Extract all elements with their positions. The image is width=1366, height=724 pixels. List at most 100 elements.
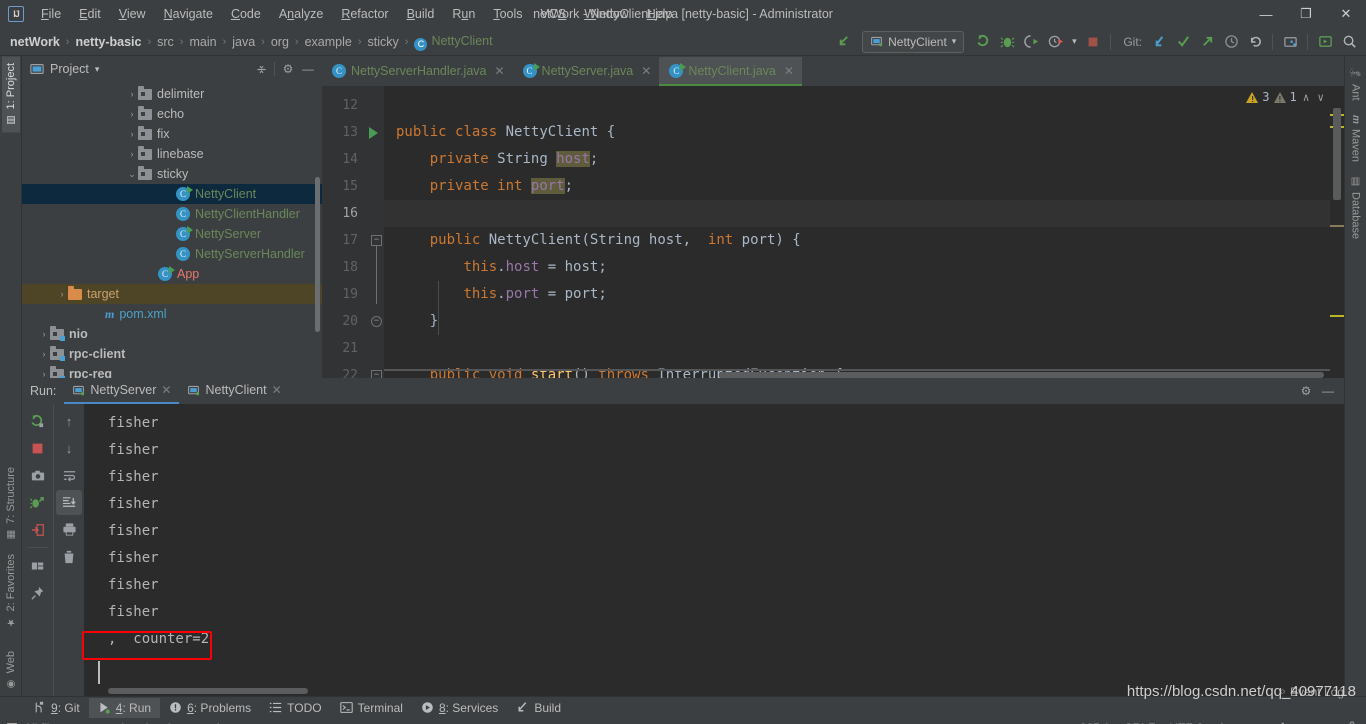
menu-item-analyze[interactable]: Analyze xyxy=(270,3,332,25)
git-rollback-icon[interactable] xyxy=(1244,31,1266,53)
fold-icon[interactable]: − xyxy=(371,316,382,327)
menu-item-file[interactable]: File xyxy=(32,3,70,25)
tool-window-terminal[interactable]: Terminal xyxy=(331,698,412,718)
breadcrumb-item-2[interactable]: src xyxy=(153,33,178,51)
print-icon[interactable] xyxy=(56,517,82,542)
menu-item-window[interactable]: Window xyxy=(575,3,637,25)
layout-icon[interactable] xyxy=(25,553,51,578)
run-gutter-icon[interactable] xyxy=(369,127,378,139)
tree-item-nettyclienthandler[interactable]: C NettyClientHandler xyxy=(22,204,322,224)
close-button[interactable]: ✕ xyxy=(1326,0,1366,28)
lock-icon[interactable] xyxy=(1346,720,1358,724)
breadcrumb-item-4[interactable]: java xyxy=(228,33,259,51)
sidebar-item-favorites[interactable]: ★ 2: Favorites xyxy=(2,547,20,634)
menu-item-navigate[interactable]: Navigate xyxy=(155,3,222,25)
hide-panel-icon[interactable]: — xyxy=(298,59,318,79)
tool-window-build[interactable]: Build xyxy=(507,698,570,718)
close-icon[interactable]: ✕ xyxy=(494,64,504,78)
close-icon[interactable]: ✕ xyxy=(272,383,282,397)
scroll-to-end-icon[interactable] xyxy=(56,490,82,515)
fold-icon[interactable]: − xyxy=(371,235,382,246)
close-icon[interactable]: ✕ xyxy=(161,383,171,397)
tool-window-services[interactable]: 8: Services xyxy=(412,698,507,718)
editor-scrollbar[interactable] xyxy=(1330,86,1344,378)
chevron-down-icon[interactable]: ▾ xyxy=(95,64,100,75)
fold-icon[interactable]: − xyxy=(371,370,382,378)
tree-item-nio[interactable]: › nio xyxy=(22,324,322,344)
profile-icon[interactable] xyxy=(1044,31,1066,53)
next-problem-icon[interactable]: ∨ xyxy=(1315,91,1326,104)
menu-item-help[interactable]: Help xyxy=(638,3,682,25)
close-icon[interactable]: ✕ xyxy=(641,64,651,78)
search-icon[interactable] xyxy=(1338,31,1360,53)
tool-window-git[interactable]: 9: Git xyxy=(24,698,89,718)
hide-panel-icon[interactable]: — xyxy=(1318,381,1338,401)
menu-item-vcs[interactable]: VCS xyxy=(532,3,576,25)
run-icon[interactable] xyxy=(972,31,994,53)
settings-icon[interactable] xyxy=(1279,31,1301,53)
menu-item-edit[interactable]: Edit xyxy=(70,3,110,25)
pin-icon[interactable] xyxy=(25,580,51,605)
maximize-button[interactable]: ❐ xyxy=(1286,0,1326,28)
tool-window-problems[interactable]: 6: Problems xyxy=(160,698,260,718)
expand-arrow-icon[interactable]: › xyxy=(38,369,50,378)
debug-icon[interactable] xyxy=(996,31,1018,53)
expand-arrow-icon[interactable]: › xyxy=(38,329,50,339)
tree-item-target[interactable]: › target xyxy=(22,284,322,304)
tree-scrollbar[interactable] xyxy=(315,177,320,332)
sidebar-item-project[interactable]: ▤ 1: Project xyxy=(1,56,20,133)
menu-item-refactor[interactable]: Refactor xyxy=(332,3,397,25)
expand-arrow-icon[interactable]: ⌄ xyxy=(126,169,138,180)
sidebar-item-ant[interactable]: 🐜 Ant xyxy=(1347,60,1365,108)
menu-item-build[interactable]: Build xyxy=(398,3,444,25)
expand-arrow-icon[interactable]: › xyxy=(126,109,138,119)
stop-icon[interactable] xyxy=(25,436,51,461)
code-text[interactable]: public class NettyClient { private Strin… xyxy=(384,86,1330,378)
prev-problem-icon[interactable]: ∧ xyxy=(1301,91,1312,104)
run-anything-icon[interactable] xyxy=(1314,31,1336,53)
camera-icon[interactable] xyxy=(25,463,51,488)
run-configuration-selector[interactable]: NettyClient ▾ xyxy=(862,30,965,53)
console-scroll-thumb[interactable] xyxy=(108,688,308,694)
git-push-icon[interactable] xyxy=(1196,31,1218,53)
back-icon[interactable] xyxy=(832,31,854,53)
tree-item-linebase[interactable]: › linebase xyxy=(22,144,322,164)
chevron-down-icon[interactable]: ▾ xyxy=(1068,31,1080,53)
menu-item-code[interactable]: Code xyxy=(222,3,270,25)
run-tab-nettyserver[interactable]: NettyServer ✕ xyxy=(64,378,180,404)
sidebar-item-maven[interactable]: m Maven xyxy=(1347,108,1365,169)
git-commit-icon[interactable] xyxy=(1172,31,1194,53)
rerun-icon[interactable] xyxy=(25,409,51,434)
expand-arrow-icon[interactable]: › xyxy=(126,129,138,139)
up-icon[interactable]: ↑ xyxy=(56,409,82,434)
expand-arrow-icon[interactable]: › xyxy=(126,89,138,99)
trash-icon[interactable] xyxy=(56,544,82,569)
expand-arrow-icon[interactable]: › xyxy=(56,289,68,299)
tree-item-pom-xml[interactable]: m pom.xml xyxy=(22,304,322,324)
stop-icon[interactable] xyxy=(1082,31,1104,53)
run-console[interactable]: fisher fisher fisher fisher fisher fisher fish… xyxy=(84,404,1344,696)
sidebar-item-web[interactable]: ◉ Web xyxy=(2,635,20,696)
git-update-icon[interactable] xyxy=(1148,31,1170,53)
tree-item-fix[interactable]: › fix xyxy=(22,124,322,144)
menu-item-view[interactable]: View xyxy=(110,3,155,25)
tree-item-echo[interactable]: › echo xyxy=(22,104,322,124)
expand-arrow-icon[interactable]: › xyxy=(38,349,50,359)
breadcrumb-item-3[interactable]: main xyxy=(185,33,220,51)
code-editor[interactable]: ! 3 ! 1 ∧ ∨ 12 13 14 15 16 − 17 18 19 − … xyxy=(322,86,1344,378)
warning-stripe[interactable] xyxy=(1330,315,1344,317)
menu-item-tools[interactable]: Tools xyxy=(484,3,531,25)
breadcrumb-item-7[interactable]: sticky xyxy=(364,33,403,51)
run-tab-nettyclient[interactable]: NettyClient ✕ xyxy=(179,378,289,404)
export-icon[interactable] xyxy=(25,517,51,542)
editor-tab-nettyserver[interactable]: C NettyServer.java ✕ xyxy=(512,57,660,86)
scrollbar-thumb[interactable] xyxy=(1333,108,1341,200)
breadcrumb-item-5[interactable]: org xyxy=(267,33,293,51)
tree-item-nettyclient[interactable]: C NettyClient xyxy=(22,184,322,204)
project-tree[interactable]: › delimiter › echo › fix › linebase ⌄ sticky C Nett… xyxy=(22,82,322,378)
soft-wrap-icon[interactable] xyxy=(56,463,82,488)
tree-item-app[interactable]: C App xyxy=(22,264,322,284)
tree-item-rpc-reg[interactable]: › rpc-reg xyxy=(22,364,322,378)
tree-item-nettyserverhandler[interactable]: C NettyServerHandler xyxy=(22,244,322,264)
sidebar-item-structure[interactable]: ▦ 7: Structure xyxy=(2,460,20,547)
